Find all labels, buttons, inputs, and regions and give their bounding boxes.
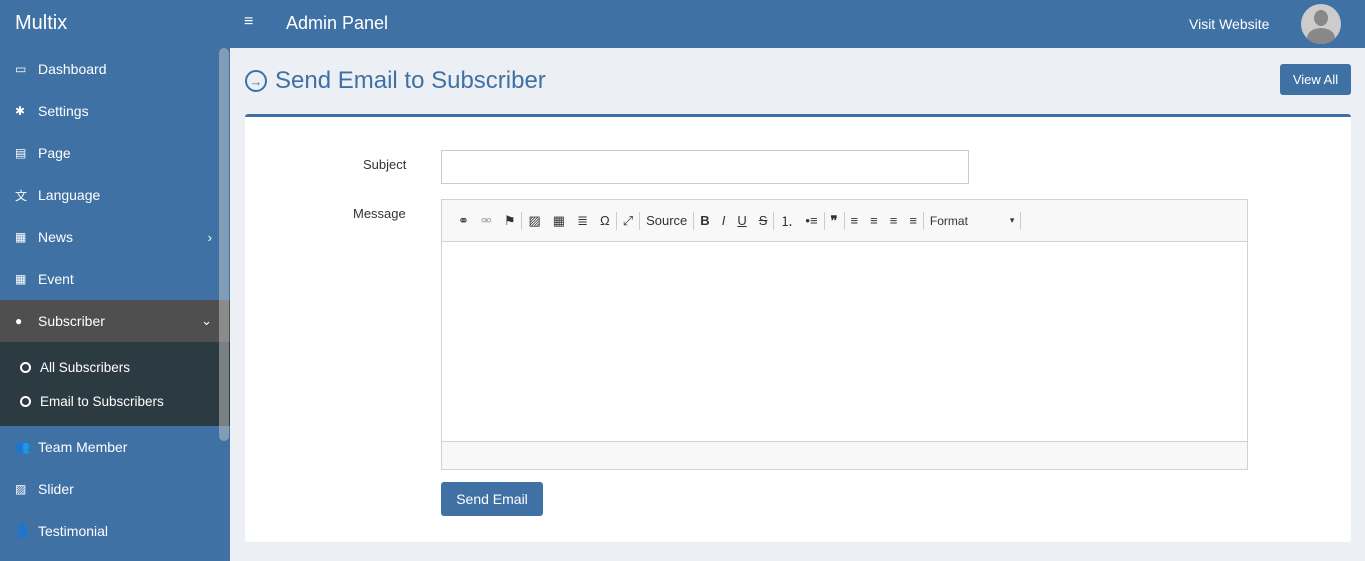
subject-input[interactable] [441, 150, 969, 184]
unlink-icon[interactable]: ⚮ [475, 213, 498, 229]
underline-icon[interactable]: U [731, 213, 752, 228]
align-center-icon[interactable]: ≡ [864, 213, 884, 228]
menu-toggle-icon[interactable]: ≡ [244, 13, 253, 31]
bold-icon[interactable]: B [694, 213, 715, 228]
page-title-text: Send Email to Subscriber [275, 67, 546, 94]
image-icon[interactable]: ▨ [522, 213, 546, 229]
toolbar-separator [1020, 211, 1022, 230]
align-left-icon[interactable]: ≡ [845, 213, 865, 228]
sidebar-item-testimonial[interactable]: 👤 Testimonial [0, 510, 230, 552]
visit-website-link[interactable]: Visit Website [1189, 16, 1269, 32]
page-title: → Send Email to Subscriber [245, 67, 546, 95]
logo[interactable]: Multix [15, 12, 67, 35]
user-plus-icon: 👤 [15, 524, 30, 538]
numbered-list-icon[interactable]: ⒈ [774, 211, 799, 230]
circle-icon [20, 361, 31, 373]
sidebar-item-settings[interactable]: ✱ Settings [0, 90, 230, 132]
sidebar-item-label: Team Member [38, 439, 128, 455]
sidebar-item-label: Settings [38, 103, 89, 119]
format-dropdown[interactable]: Format [924, 214, 1004, 228]
sidebar-item-language[interactable]: 文 Language [0, 174, 230, 216]
sidebar-item-label: Language [38, 187, 101, 203]
submenu-label: Email to Subscribers [40, 393, 164, 409]
newspaper-icon: ▦ [15, 230, 27, 244]
table-icon[interactable]: ▦ [547, 213, 571, 229]
calendar-icon: ▦ [15, 272, 27, 286]
message-label: Message [353, 206, 406, 221]
submenu-email-subscribers[interactable]: Email to Subscribers [0, 384, 230, 418]
file-icon: ▤ [15, 146, 27, 160]
source-button[interactable]: Source [640, 213, 693, 228]
sidebar-item-label: Dashboard [38, 61, 107, 77]
sidebar-item-event[interactable]: ▦ Event [0, 258, 230, 300]
laptop-icon: ▭ [15, 62, 27, 76]
users-icon: 👥 [15, 440, 30, 454]
gear-icon: ✱ [15, 104, 26, 118]
top-navbar: Multix ≡ Admin Panel Visit Website [0, 0, 1365, 48]
email-form-box: Subject Message ⚭ ⚮ ⚑ ▨ ▦ ≣ Ω ⤢ Source B… [245, 114, 1351, 542]
maximize-icon[interactable]: ⤢ [617, 213, 639, 229]
language-icon: 文 [15, 188, 28, 203]
sidebar-item-slider[interactable]: ▨ Slider [0, 468, 230, 510]
horizontal-line-icon[interactable]: ≣ [571, 213, 594, 229]
sidebar-item-label: News [38, 229, 74, 245]
panel-title: Admin Panel [286, 13, 389, 33]
image-icon: ▨ [15, 482, 27, 496]
special-char-icon[interactable]: Ω [594, 213, 616, 228]
submenu-all-subscribers[interactable]: All Subscribers [0, 350, 230, 384]
circle-icon [20, 395, 31, 407]
blockquote-icon[interactable]: ❞ [825, 213, 844, 229]
avatar[interactable] [1301, 4, 1341, 44]
sidebar-item-subscriber[interactable]: ● Subscriber ⌄ [0, 300, 230, 342]
justify-icon[interactable]: ≡ [903, 213, 923, 228]
sidebar-item-label: Subscriber [38, 313, 105, 329]
message-editor: ⚭ ⚮ ⚑ ▨ ▦ ≣ Ω ⤢ Source B I U S ⒈ •≡ ❞ ≡ … [441, 199, 1248, 470]
link-icon[interactable]: ⚭ [452, 213, 475, 229]
sidebar-item-team-member[interactable]: 👥 Team Member [0, 426, 230, 468]
message-textarea[interactable] [442, 242, 1247, 442]
submenu-label: All Subscribers [40, 359, 131, 375]
sidebar-item-label: Slider [38, 481, 74, 497]
sidebar-item-label: Event [38, 271, 74, 287]
flag-anchor-icon[interactable]: ⚑ [498, 213, 522, 229]
comment-icon: ● [15, 314, 23, 328]
italic-icon[interactable]: I [716, 213, 732, 228]
caret-down-icon[interactable]: ▾ [1004, 215, 1021, 226]
sidebar-item-label: Testimonial [38, 523, 109, 539]
sidebar: ▭ Dashboard ✱ Settings ▤ Page 文 Language ▦ Ne… [0, 48, 230, 561]
arrow-circle-right-icon: → [245, 70, 267, 92]
strikethrough-icon[interactable]: S [753, 213, 774, 228]
sidebar-item-label: Page [38, 145, 71, 161]
chevron-right-icon: › [207, 229, 212, 245]
sidebar-item-page[interactable]: ▤ Page [0, 132, 230, 174]
sidebar-scrollbar[interactable] [219, 48, 229, 441]
subscriber-submenu: All Subscribers Email to Subscribers [0, 342, 230, 426]
send-email-button[interactable]: Send Email [441, 482, 543, 516]
sidebar-item-news[interactable]: ▦ News › [0, 216, 230, 258]
subject-label: Subject [363, 157, 407, 172]
sidebar-item-dashboard[interactable]: ▭ Dashboard [0, 48, 230, 90]
editor-toolbar: ⚭ ⚮ ⚑ ▨ ▦ ≣ Ω ⤢ Source B I U S ⒈ •≡ ❞ ≡ … [442, 200, 1247, 242]
chevron-down-icon: ⌄ [201, 313, 212, 328]
bulleted-list-icon[interactable]: •≡ [799, 213, 823, 228]
view-all-button[interactable]: View All [1280, 64, 1351, 95]
align-right-icon[interactable]: ≡ [884, 213, 904, 228]
